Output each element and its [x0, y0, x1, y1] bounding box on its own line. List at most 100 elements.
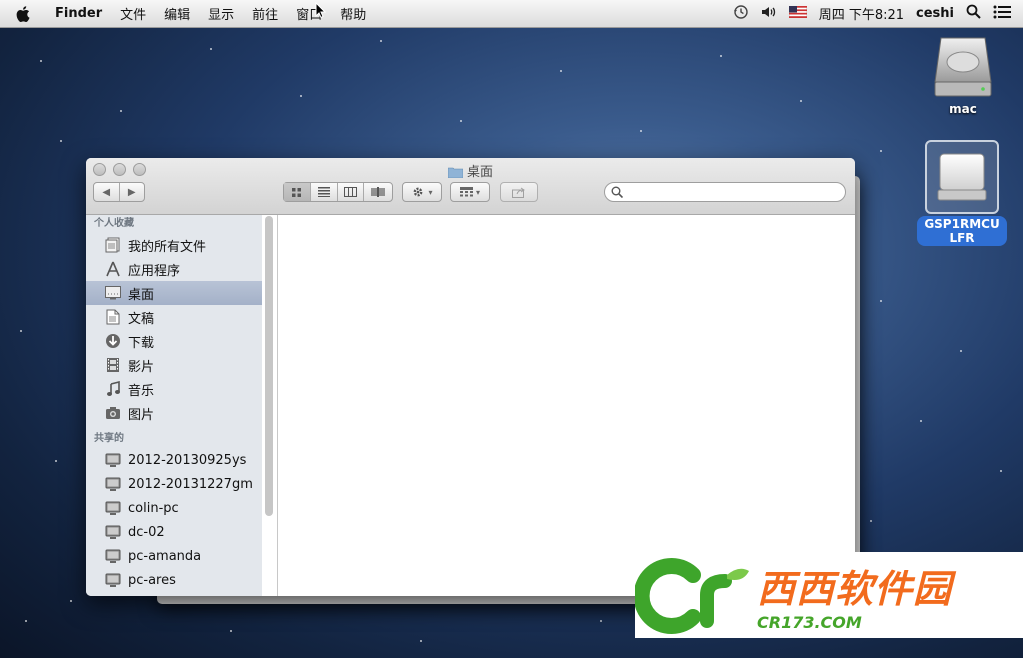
view-mode-control	[283, 182, 393, 202]
menu-bar: Finder 文件 编辑 显示 前往 窗口 帮助 周四 下午8:21 ceshi	[0, 0, 1023, 28]
music-icon	[104, 380, 122, 398]
file-browser-content[interactable]	[278, 215, 855, 596]
sidebar-item-label: 应用程序	[128, 263, 181, 279]
icon-view-icon	[292, 187, 302, 197]
desktop-icon	[104, 284, 122, 302]
sidebar-item-label: 桌面	[128, 287, 155, 303]
downloads-icon	[104, 332, 122, 350]
sidebar-item-label: 下载	[128, 335, 155, 351]
camera-icon	[104, 404, 122, 422]
time-machine-icon[interactable]	[733, 4, 749, 24]
computer-icon	[104, 571, 122, 589]
sidebar-item-label: colin-pc	[128, 500, 179, 516]
sidebar-item-label: 2012-20131227gm	[128, 476, 253, 492]
sidebar-item-label: 我的所有文件	[128, 239, 207, 255]
action-menu-button[interactable]: ▾	[402, 182, 442, 202]
sidebar-item-downloads[interactable]: 下载	[86, 329, 262, 353]
clock[interactable]: 周四 下午8:21	[819, 4, 904, 23]
search-icon	[611, 186, 623, 198]
share-icon	[501, 183, 537, 201]
watermark-brand: 西西软件园	[757, 567, 953, 611]
menu-help[interactable]: 帮助	[331, 4, 375, 23]
desktop-icon-label: GSP1RMCULFR	[917, 216, 1007, 246]
arrange-button[interactable]: ▾	[450, 182, 490, 202]
sidebar-item-shared-computer[interactable]: colin-pc	[86, 496, 262, 520]
gear-icon: ▾	[403, 183, 441, 201]
list-view-button[interactable]	[311, 183, 338, 201]
computer-icon	[104, 523, 122, 541]
sidebar-item-pictures[interactable]: 图片	[86, 401, 262, 425]
sidebar-item-all-my-files[interactable]: 我的所有文件	[86, 233, 262, 257]
sidebar-item-label: 影片	[128, 359, 155, 375]
computer-icon	[104, 547, 122, 565]
user-menu[interactable]: ceshi	[916, 6, 954, 21]
sidebar-item-label: pc-ares	[128, 572, 176, 588]
mouse-pointer-icon	[315, 2, 326, 18]
computer-icon	[104, 499, 122, 517]
removable-drive-icon	[937, 153, 987, 201]
cover-flow-icon	[371, 187, 385, 197]
sidebar-item-label: 2012-20130925ys	[128, 452, 247, 468]
sidebar-header-favorites: 个人收藏	[94, 218, 134, 229]
column-view-icon	[343, 187, 357, 197]
sidebar-item-shared-computer[interactable]: 2012-20131227gm	[86, 472, 262, 496]
sidebar-item-applications[interactable]: 应用程序	[86, 257, 262, 281]
sidebar-item-label: dc-02	[128, 524, 165, 540]
all-files-icon	[104, 236, 122, 254]
sidebar-item-music[interactable]: 音乐	[86, 377, 262, 401]
menu-view[interactable]: 显示	[199, 4, 243, 23]
cr-logo-icon	[635, 558, 749, 634]
spotlight-search-icon[interactable]	[966, 4, 981, 23]
apple-menu-icon[interactable]	[0, 5, 46, 22]
sidebar-scrollbar[interactable]	[265, 216, 273, 516]
sidebar: 个人收藏 我的所有文件 应用程序 桌面 文稿 下载 影片 音乐 图片 共享的 2…	[86, 215, 262, 596]
sidebar-header-shared: 共享的	[94, 433, 124, 444]
menu-edit[interactable]: 编辑	[155, 4, 199, 23]
sidebar-item-shared-computer[interactable]: 2012-20130925ys	[86, 448, 262, 472]
finder-window: 桌面 ◀ ▶ ▾ ▾ 个人收藏 我的所有文件 应用程序 桌面 文稿 下载 影片 …	[86, 158, 855, 596]
sidebar-item-shared-computer[interactable]: dc-02	[86, 520, 262, 544]
share-button[interactable]	[500, 182, 538, 202]
window-title-text: 桌面	[466, 165, 493, 180]
sidebar-item-desktop[interactable]: 桌面	[86, 281, 262, 305]
sidebar-item-label: 音乐	[128, 383, 155, 399]
cover-flow-button[interactable]	[364, 183, 392, 201]
volume-icon[interactable]	[761, 5, 777, 23]
computer-icon	[104, 475, 122, 493]
sidebar-item-documents[interactable]: 文稿	[86, 305, 262, 329]
arrange-icon: ▾	[451, 183, 489, 201]
forward-button[interactable]: ▶	[120, 183, 145, 201]
sidebar-item-label: pc-amanda	[128, 548, 202, 564]
hard-disk-icon	[934, 37, 992, 97]
menu-finder[interactable]: Finder	[46, 6, 111, 21]
back-button[interactable]: ◀	[94, 183, 120, 201]
column-view-button[interactable]	[338, 183, 365, 201]
menu-go[interactable]: 前往	[243, 4, 287, 23]
window-toolbar: 桌面 ◀ ▶ ▾ ▾	[86, 158, 855, 215]
notification-center-icon[interactable]	[993, 5, 1011, 23]
movies-icon	[104, 356, 122, 374]
search-input[interactable]	[627, 184, 831, 200]
menu-file[interactable]: 文件	[111, 4, 155, 23]
desktop-icon-label: mac	[949, 102, 977, 116]
list-view-icon	[317, 187, 330, 197]
search-field[interactable]	[604, 182, 846, 202]
watermark-domain: CR173.COM	[757, 613, 862, 632]
back-forward-control: ◀ ▶	[93, 182, 145, 202]
computer-icon	[104, 451, 122, 469]
sidebar-item-shared-computer[interactable]: pc-ares	[86, 568, 262, 592]
applications-icon	[104, 260, 122, 278]
desktop-icon-mac[interactable]: mac	[928, 34, 998, 116]
sidebar-item-label: 文稿	[128, 311, 155, 327]
sidebar-item-movies[interactable]: 影片	[86, 353, 262, 377]
desktop-icon-usb-drive[interactable]: GSP1RMCULFR	[912, 140, 1012, 246]
documents-icon	[104, 308, 122, 326]
sidebar-item-shared-computer[interactable]: pc-amanda	[86, 544, 262, 568]
icon-view-button[interactable]	[284, 183, 311, 201]
folder-icon	[447, 166, 464, 182]
window-title: 桌面	[86, 161, 855, 182]
selection-frame	[925, 140, 999, 214]
input-source-flag-icon[interactable]	[788, 5, 807, 22]
sidebar-item-label: 图片	[128, 407, 155, 423]
watermark-logo: 西西软件园 CR173.COM	[635, 552, 1023, 638]
